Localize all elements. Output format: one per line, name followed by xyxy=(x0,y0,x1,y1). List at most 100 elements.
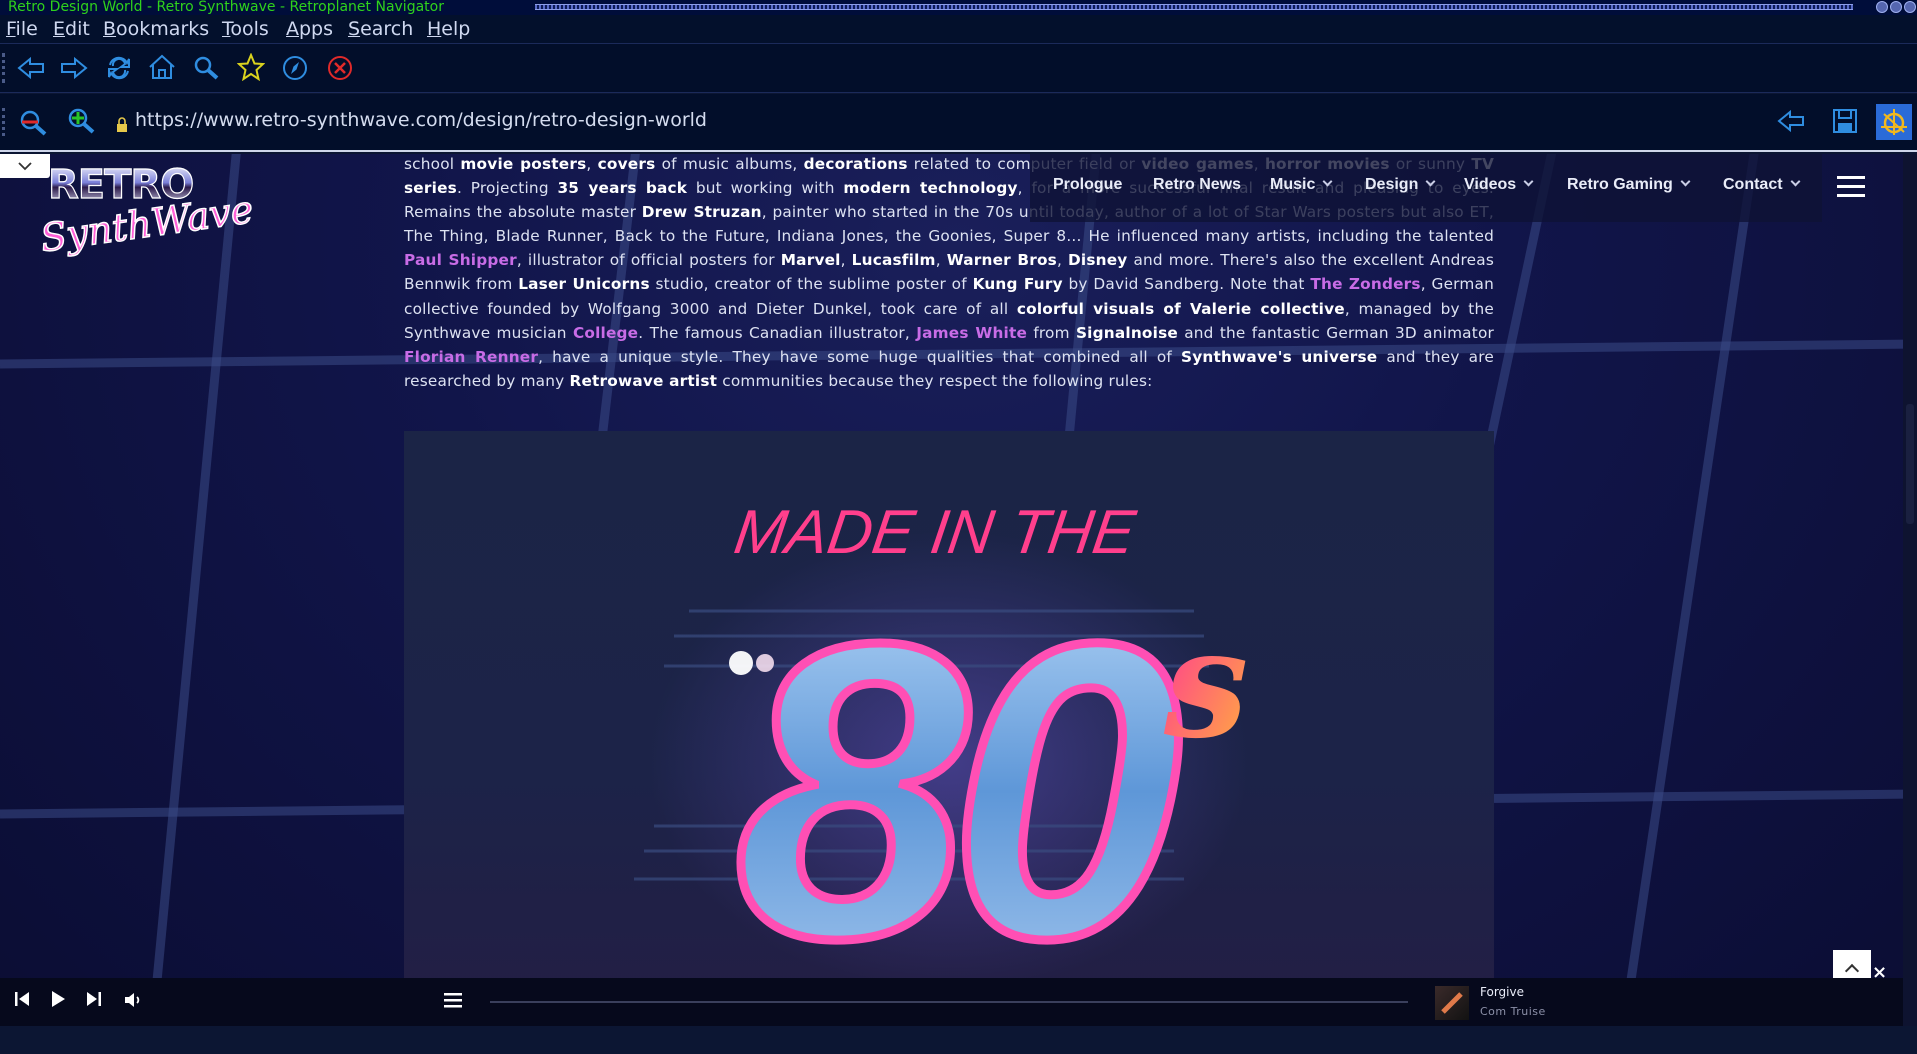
back-icon[interactable] xyxy=(16,53,46,83)
volume-icon[interactable] xyxy=(124,992,144,1012)
add-bookmark-icon[interactable] xyxy=(66,106,96,136)
url-input[interactable]: https://www.retro-synthwave.com/design/r… xyxy=(135,109,707,131)
text-run: and the fantastic German 3D animator xyxy=(1177,323,1494,342)
bold-term: covers xyxy=(597,155,656,173)
bold-term: Drew Struzan xyxy=(641,203,762,222)
home-icon[interactable] xyxy=(147,52,177,82)
nav-contact[interactable]: Contact xyxy=(1723,176,1801,194)
page-scrollbar[interactable] xyxy=(1903,154,1917,1054)
menu-help[interactable]: Help xyxy=(427,18,470,40)
chevron-down-icon xyxy=(1790,176,1801,187)
text-run: communities because they respect the fol… xyxy=(717,371,1153,390)
menu-bar: File Edit Bookmarks Tools Apps Search He… xyxy=(0,15,1917,44)
address-bar: https://www.retro-synthwave.com/design/r… xyxy=(0,94,1917,152)
bold-term: 35 years back xyxy=(557,179,688,198)
text-run: , xyxy=(586,155,598,173)
track-artist: Com Truise xyxy=(1480,1005,1546,1018)
menu-bookmarks[interactable]: Bookmarks xyxy=(103,18,209,40)
window-title: Retro Design World - Retro Synthwave - R… xyxy=(8,0,444,15)
text-run: . The famous Canadian illustrator, xyxy=(638,323,917,342)
minimize-button[interactable] xyxy=(1876,1,1888,13)
page-viewport[interactable]: RETRO SynthWave school movie posters, co… xyxy=(0,154,1917,1054)
bold-term: Warner Bros xyxy=(946,251,1057,270)
chevron-down-icon xyxy=(1680,176,1691,187)
text-run: . Projecting xyxy=(456,179,558,198)
artist-link[interactable]: Florian Renner xyxy=(404,348,538,366)
play-icon[interactable] xyxy=(50,990,66,1012)
text-run: , xyxy=(935,251,947,270)
bold-term: colorful visuals of Valerie collective xyxy=(1016,299,1345,318)
nav-prologue[interactable]: Prologue xyxy=(1053,176,1122,194)
nav-design[interactable]: Design xyxy=(1365,176,1436,194)
text-run: , illustrator of official posters for xyxy=(516,251,781,270)
bold-term: Synthwave's universe xyxy=(1181,347,1378,366)
menu-edit[interactable]: Edit xyxy=(53,18,90,40)
menu-file[interactable]: File xyxy=(6,18,38,40)
maximize-button[interactable] xyxy=(1890,1,1902,13)
lock-icon xyxy=(112,110,132,140)
toolbar-grip[interactable] xyxy=(2,53,5,83)
bold-term: Kung Fury xyxy=(972,275,1063,294)
profile-icon[interactable] xyxy=(1876,104,1912,140)
page-bottom-strip xyxy=(0,1026,1917,1054)
nav-music[interactable]: Music xyxy=(1270,176,1333,194)
chevron-down-icon xyxy=(1523,176,1534,187)
hero-suffix-s: s xyxy=(1163,596,1248,772)
search-page-icon[interactable] xyxy=(18,108,48,138)
menu-search[interactable]: Search xyxy=(348,18,413,40)
hero-image-made-in-the-80s: MADE IN THE 80 s xyxy=(404,431,1494,1054)
search-icon[interactable] xyxy=(191,53,221,83)
chevron-down-icon xyxy=(1425,176,1436,187)
previous-icon[interactable] xyxy=(14,990,30,1012)
music-player-bar: Forgive Com Truise xyxy=(0,978,1903,1026)
window-titlebar[interactable]: Retro Design World - Retro Synthwave - R… xyxy=(0,0,1917,15)
artist-link[interactable]: James White xyxy=(916,324,1027,342)
stop-icon[interactable] xyxy=(325,53,355,83)
close-window-button[interactable] xyxy=(1904,1,1916,13)
forward-icon[interactable] xyxy=(59,53,89,83)
chevron-down-icon xyxy=(1322,176,1333,187)
text-run: from xyxy=(1027,323,1076,342)
nav-retro-gaming[interactable]: Retro Gaming xyxy=(1567,176,1691,194)
hamburger-menu-icon[interactable] xyxy=(1837,176,1865,198)
bold-term: modern technology xyxy=(843,179,1018,198)
bold-term: Laser Unicorns xyxy=(518,275,650,294)
text-run: by David Sandberg. Note that xyxy=(1062,275,1311,294)
go-back-arrow-icon[interactable] xyxy=(1776,106,1806,136)
text-run: school xyxy=(404,155,461,173)
scrollbar-thumb[interactable] xyxy=(1906,404,1914,524)
nav-retro-news[interactable]: Retro News xyxy=(1153,176,1241,194)
bold-term: Marvel xyxy=(780,251,841,270)
bold-term: Signalnoise xyxy=(1075,323,1178,342)
bold-term: Disney xyxy=(1068,251,1128,270)
text-run: studio, creator of the sublime poster of xyxy=(649,275,973,294)
text-run: of music albums, xyxy=(655,155,804,173)
hero-big-80: 80 xyxy=(735,557,1178,1026)
navigation-toolbar xyxy=(0,44,1917,93)
artist-link[interactable]: The Zonders xyxy=(1310,275,1420,293)
bold-term: movie posters xyxy=(460,155,587,173)
addressbar-grip[interactable] xyxy=(2,108,5,136)
save-icon[interactable] xyxy=(1830,106,1860,136)
nav-videos[interactable]: Videos xyxy=(1464,176,1534,194)
compass-icon[interactable] xyxy=(280,53,310,83)
menu-tools[interactable]: Tools xyxy=(222,18,269,40)
text-run: , xyxy=(1056,251,1068,270)
bold-term: Retrowave artist xyxy=(569,371,718,390)
text-run: , have a unique style. They have some hu… xyxy=(538,347,1182,366)
text-run: , xyxy=(840,251,852,270)
text-run: but working with xyxy=(687,179,844,198)
playlist-icon[interactable] xyxy=(443,992,463,1012)
bold-term: decorations xyxy=(803,155,908,173)
site-logo[interactable]: RETRO SynthWave xyxy=(37,156,258,266)
artist-link[interactable]: Paul Shipper xyxy=(404,251,517,269)
main-navigation: Prologue Retro News Music Design Videos … xyxy=(1030,154,1822,222)
menu-apps[interactable]: Apps xyxy=(286,18,333,40)
reload-icon[interactable] xyxy=(104,53,134,83)
bookmark-star-icon[interactable] xyxy=(236,52,266,82)
artist-link[interactable]: College xyxy=(573,324,638,342)
next-icon[interactable] xyxy=(86,990,102,1012)
track-progress-bar[interactable] xyxy=(490,1001,1408,1003)
bold-term: Lucasfilm xyxy=(851,251,936,270)
track-title: Forgive xyxy=(1480,985,1524,999)
